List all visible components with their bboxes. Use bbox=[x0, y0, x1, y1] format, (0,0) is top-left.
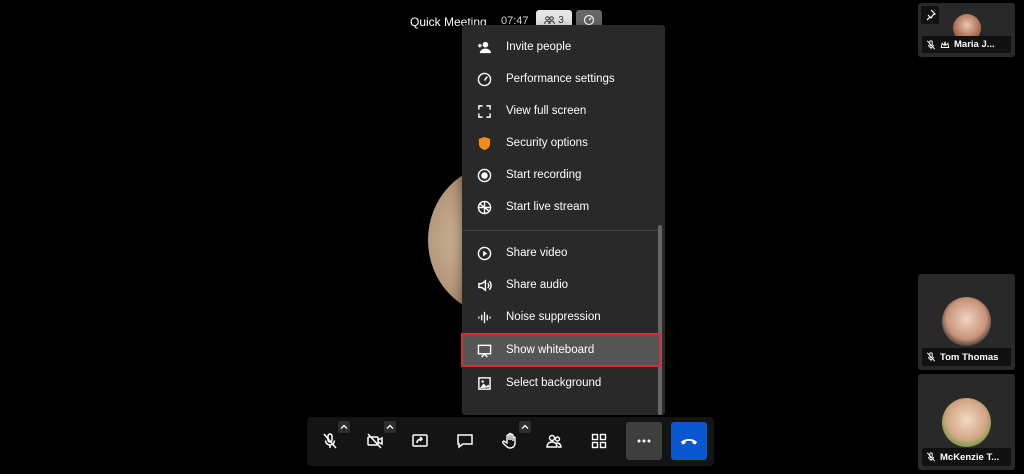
menu-item-start-recording[interactable]: Start recording bbox=[462, 159, 662, 191]
more-actions-button[interactable] bbox=[626, 422, 662, 460]
participant-tile[interactable]: McKenzie T... bbox=[918, 374, 1015, 470]
menu-item-security-options[interactable]: Security options bbox=[462, 127, 662, 159]
avatar bbox=[942, 398, 991, 447]
crown-icon bbox=[940, 41, 950, 48]
hangup-button[interactable] bbox=[671, 422, 707, 460]
avatar bbox=[942, 297, 991, 346]
pin-icon bbox=[926, 9, 936, 21]
menu-item-row: Show whiteboard bbox=[463, 335, 663, 365]
whiteboard-icon bbox=[476, 342, 492, 358]
menu-item-share-video[interactable]: Share video bbox=[462, 237, 662, 269]
menu-item-label: Security options bbox=[506, 137, 588, 149]
participant-name: Maria J... bbox=[954, 39, 995, 50]
menu-divider bbox=[462, 230, 662, 231]
screen-share-icon bbox=[412, 434, 428, 447]
participants-icon bbox=[546, 434, 562, 448]
mic-off-icon bbox=[926, 452, 936, 462]
menu-item-label: Performance settings bbox=[506, 73, 615, 85]
menu-item-label: Share audio bbox=[506, 279, 569, 291]
menu-item-performance-settings[interactable]: Performance settings bbox=[462, 63, 662, 95]
shield-icon bbox=[476, 135, 492, 151]
hand-icon bbox=[501, 432, 516, 449]
invite-icon bbox=[476, 39, 492, 55]
chat-icon bbox=[457, 434, 473, 449]
pin-button[interactable] bbox=[921, 6, 939, 24]
gauge-icon bbox=[476, 71, 492, 87]
waveform-icon bbox=[476, 309, 492, 325]
speaker-icon bbox=[476, 277, 492, 293]
more-icon bbox=[637, 439, 651, 443]
participant-name: Tom Thomas bbox=[940, 351, 999, 363]
menu-item-start-live-stream[interactable]: Start live stream bbox=[462, 191, 662, 223]
participant-tile[interactable]: Maria J... bbox=[918, 3, 1015, 57]
camera-off-icon bbox=[367, 433, 383, 449]
livestream-icon bbox=[476, 199, 492, 215]
camera-options-caret[interactable] bbox=[384, 421, 396, 433]
menu-item-label: Show whiteboard bbox=[506, 344, 595, 356]
participant-tile[interactable]: Tom Thomas bbox=[918, 274, 1015, 370]
microphone-options-caret[interactable] bbox=[338, 421, 350, 433]
menu-item-invite-people[interactable]: Invite people bbox=[462, 31, 662, 63]
screen-share-button[interactable] bbox=[402, 422, 438, 460]
record-icon bbox=[476, 167, 492, 183]
chevron-up-icon bbox=[386, 424, 394, 429]
menu-item-label: View full screen bbox=[506, 105, 587, 117]
grid-icon bbox=[591, 433, 607, 449]
participant-name: McKenzie T... bbox=[940, 451, 1000, 463]
menu-item-label: Invite people bbox=[506, 41, 572, 53]
participant-name-bar: Maria J... bbox=[922, 36, 1011, 53]
participant-name-bar: McKenzie T... bbox=[922, 448, 1011, 466]
hangup-icon bbox=[681, 439, 697, 445]
mic-off-icon bbox=[323, 433, 337, 449]
participant-count: 3 bbox=[558, 14, 564, 26]
menu-item-label: Select background bbox=[506, 377, 602, 389]
mic-off-icon bbox=[926, 39, 936, 49]
menu-item-view-full-screen[interactable]: View full screen bbox=[462, 95, 662, 127]
chevron-up-icon bbox=[521, 424, 529, 429]
menu-item-label: Start recording bbox=[506, 169, 582, 181]
people-icon bbox=[544, 15, 556, 24]
reactions-options-caret[interactable] bbox=[519, 421, 531, 433]
menu-item-label: Noise suppression bbox=[506, 311, 601, 323]
menu-item-select-background[interactable]: Select background bbox=[462, 367, 662, 399]
menu-item-label: Start live stream bbox=[506, 201, 590, 213]
play-icon bbox=[476, 245, 492, 261]
menu-item-show-whiteboard[interactable]: Show whiteboard bbox=[461, 333, 661, 367]
image-icon bbox=[476, 375, 492, 391]
participant-name-bar: Tom Thomas bbox=[922, 348, 1011, 366]
menu-item-share-audio[interactable]: Share audio bbox=[462, 269, 662, 301]
menu-item-noise-suppression[interactable]: Noise suppression bbox=[462, 301, 662, 333]
mic-off-icon bbox=[926, 352, 936, 362]
chevron-up-icon bbox=[340, 424, 348, 429]
participants-button[interactable] bbox=[536, 422, 572, 460]
menu-scrollbar[interactable] bbox=[658, 225, 662, 415]
chat-button[interactable] bbox=[447, 422, 483, 460]
fullscreen-icon bbox=[476, 103, 492, 119]
tile-view-button[interactable] bbox=[581, 422, 617, 460]
menu-item-label: Share video bbox=[506, 247, 568, 259]
